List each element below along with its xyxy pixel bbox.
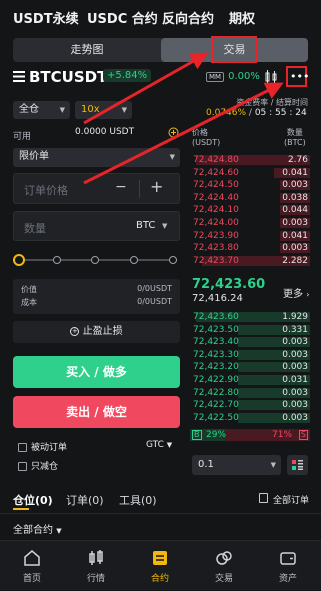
wallet-icon xyxy=(280,552,296,565)
nav-contracts[interactable]: 合约 xyxy=(128,541,192,591)
nav-assets[interactable]: 资产 xyxy=(256,541,320,591)
trade-icon xyxy=(216,551,232,565)
candlestick-icon xyxy=(89,550,103,565)
nav-assets-label: 资产 xyxy=(278,574,297,584)
nav-trade-label: 交易 xyxy=(214,574,233,584)
nav-contracts-label: 合约 xyxy=(150,574,169,584)
nav-trade[interactable]: 交易 xyxy=(192,541,256,591)
home-icon xyxy=(24,550,40,566)
bottom-tabbar: 首页 行情 合约 交易 资产 xyxy=(0,540,321,590)
nav-markets-label: 行情 xyxy=(86,574,105,584)
annotation-arrows xyxy=(83,52,284,185)
annotation-arrow xyxy=(83,82,284,185)
nav-markets[interactable]: 行情 xyxy=(64,541,128,591)
contract-icon xyxy=(153,551,167,565)
nav-home[interactable]: 首页 xyxy=(0,541,64,591)
nav-home-label: 首页 xyxy=(22,574,41,584)
annotation-arrow xyxy=(83,52,209,125)
